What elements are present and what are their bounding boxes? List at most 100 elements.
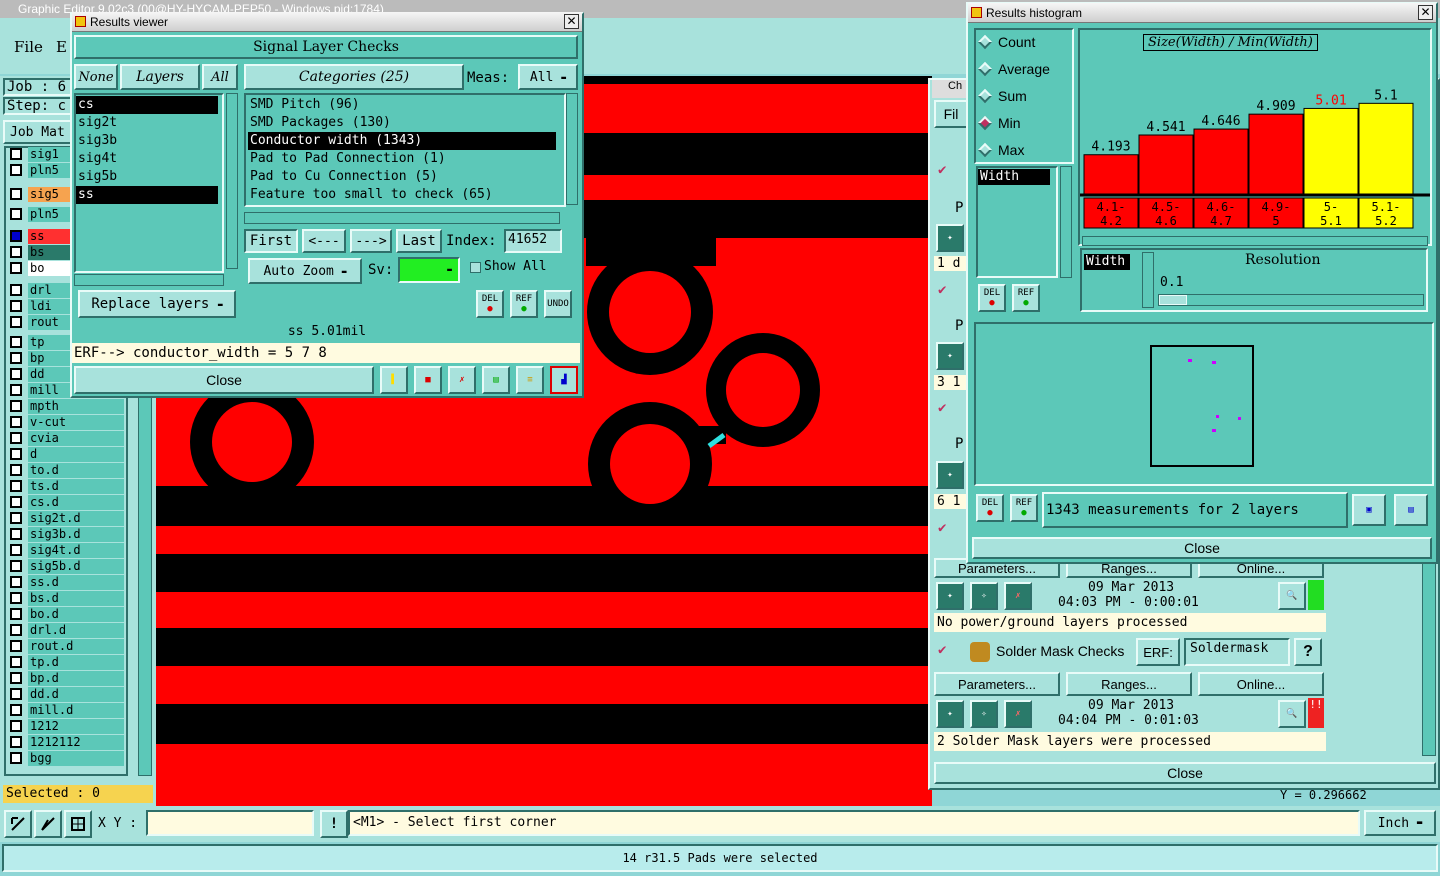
sv-color-selector[interactable]: ▬ [398, 257, 460, 283]
layer-row[interactable]: mill.d [8, 702, 124, 718]
layer-checkbox[interactable] [10, 246, 22, 258]
layer-checkbox[interactable] [10, 672, 22, 684]
checklist-tab[interactable]: Ch [932, 80, 968, 98]
results-viewer-titlebar[interactable]: Results viewer ✕ [72, 12, 582, 32]
hist-del-icon[interactable]: DEL ● [978, 284, 1006, 312]
layer-row[interactable]: 1212 [8, 718, 124, 734]
histogram-bar[interactable] [1248, 113, 1304, 195]
delete-all-icon[interactable]: ✗ [448, 366, 476, 394]
del-icon[interactable]: DEL ● [476, 290, 504, 318]
layer-checkbox[interactable] [10, 544, 22, 556]
menu-file[interactable]: File [14, 38, 43, 56]
result-layer-item[interactable]: sig4t [76, 150, 218, 168]
hist-ref-icon[interactable]: REF ● [1012, 284, 1040, 312]
show-all-checkbox[interactable] [470, 262, 481, 273]
result-layer-item[interactable]: sig5b [76, 168, 218, 186]
resolution-field[interactable]: Width [1084, 254, 1130, 270]
layer-row[interactable]: v-cut [8, 414, 124, 430]
last-button[interactable]: Last [396, 229, 442, 253]
layer-checkbox[interactable] [10, 704, 22, 716]
layer-checkbox[interactable] [10, 576, 22, 588]
layer-checkbox[interactable] [10, 496, 22, 508]
export-all-icon[interactable]: ▤ [1394, 494, 1428, 526]
layer-row[interactable]: d [8, 446, 124, 462]
layer-checkbox[interactable] [10, 188, 22, 200]
prev-button[interactable]: <--- [302, 229, 346, 253]
layer-row[interactable]: sig5b.d [8, 558, 124, 574]
cut-tool-icon[interactable] [34, 810, 62, 838]
layer-row[interactable]: drl.d [8, 622, 124, 638]
category-item[interactable]: SMD Pitch (96) [248, 96, 556, 114]
close-icon[interactable]: ✕ [564, 14, 579, 29]
checklist-scroll[interactable] [1422, 560, 1436, 756]
layer-checkbox[interactable] [10, 624, 22, 636]
field-list-item[interactable]: Width [978, 169, 1050, 185]
layer-checkbox[interactable] [10, 384, 22, 396]
category-item[interactable]: Pad to Cu Connection (5) [248, 168, 556, 186]
resolution-field-scroll[interactable] [1142, 252, 1154, 308]
map-del-icon[interactable]: DEL ● [976, 494, 1004, 522]
layer-checkbox[interactable] [10, 640, 22, 652]
layer-checkbox[interactable] [10, 592, 22, 604]
category-item[interactable]: Pad to Pad Connection (1) [248, 150, 556, 168]
layer-checkbox[interactable] [10, 416, 22, 428]
aggregate-option-min[interactable]: Min [977, 115, 1021, 131]
info-icon[interactable]: ! [320, 810, 348, 838]
layer-row[interactable]: bs.d [8, 590, 124, 606]
aggregate-option-max[interactable]: Max [977, 142, 1024, 158]
close-icon[interactable]: ✕ [1418, 5, 1433, 20]
layer-checkbox[interactable] [10, 480, 22, 492]
index-input[interactable]: 41652 [504, 229, 562, 253]
checklist-close-button[interactable]: Close [934, 762, 1436, 784]
run-step-icon-1[interactable]: ✧ [970, 582, 998, 610]
category-vscroll[interactable] [566, 93, 578, 205]
histogram-bar[interactable] [1303, 107, 1359, 195]
layer-row[interactable]: 1212112 [8, 734, 124, 750]
stop-icon-1[interactable]: ✗ [1004, 582, 1032, 610]
layer-checkbox[interactable] [10, 752, 22, 764]
run-icon-2[interactable]: ✦ [936, 700, 964, 728]
erf-value[interactable]: Soldermask [1184, 638, 1290, 666]
category-item[interactable]: Conductor width (1343) [248, 132, 556, 150]
run-icon-a3[interactable]: ✦ [936, 461, 964, 489]
report-icon[interactable]: ■ [414, 366, 442, 394]
layer-row[interactable]: dd.d [8, 686, 124, 702]
chart-hscroll[interactable] [1082, 236, 1428, 246]
auto-zoom-selector[interactable]: Auto Zoom ▬ [248, 258, 362, 284]
menu-edit[interactable]: E [56, 38, 67, 56]
layer-checkbox[interactable] [10, 368, 22, 380]
notes-icon[interactable]: ≡ [516, 366, 544, 394]
layer-checkbox[interactable] [10, 720, 22, 732]
next-button[interactable]: ---> [350, 229, 392, 253]
stop-icon-2[interactable]: ✗ [1004, 700, 1032, 728]
ref-icon[interactable]: REF ● [510, 290, 538, 318]
result-layer-item[interactable]: sig2t [76, 114, 218, 132]
layer-checkbox[interactable] [10, 262, 22, 274]
layer-select-vscroll[interactable] [226, 93, 238, 269]
none-button[interactable]: None [74, 64, 118, 90]
snap-tool-icon[interactable] [64, 810, 92, 838]
layer-checkbox[interactable] [10, 432, 22, 444]
check-mark-4[interactable]: ✔ [938, 520, 946, 536]
checklist-file-menu[interactable]: Fil [934, 100, 968, 128]
histogram-bar[interactable] [1358, 102, 1414, 195]
run-icon-a2[interactable]: ✦ [936, 342, 964, 370]
layer-checkbox[interactable] [10, 448, 22, 460]
numbered-list-icon[interactable]: ▤ [482, 366, 510, 394]
layer-row[interactable]: rout.d [8, 638, 124, 654]
layer-checkbox[interactable] [10, 528, 22, 540]
layer-checkbox[interactable] [10, 400, 22, 412]
aggregate-option-count[interactable]: Count [977, 34, 1035, 50]
xy-input[interactable] [146, 810, 314, 836]
layer-select-hscroll[interactable] [74, 274, 224, 286]
first-button[interactable]: First [244, 229, 298, 253]
layer-row[interactable]: sig4t.d [8, 542, 124, 558]
aggregate-option-sum[interactable]: Sum [977, 88, 1027, 104]
layer-row[interactable]: cvia [8, 430, 124, 446]
histogram-bar[interactable] [1138, 134, 1194, 195]
layer-row[interactable]: sig3b.d [8, 526, 124, 542]
layer-checkbox[interactable] [10, 464, 22, 476]
layer-checkbox[interactable] [10, 230, 22, 242]
online-button-2[interactable]: Online... [1198, 672, 1324, 696]
ranges-button-2[interactable]: Ranges... [1066, 672, 1192, 696]
